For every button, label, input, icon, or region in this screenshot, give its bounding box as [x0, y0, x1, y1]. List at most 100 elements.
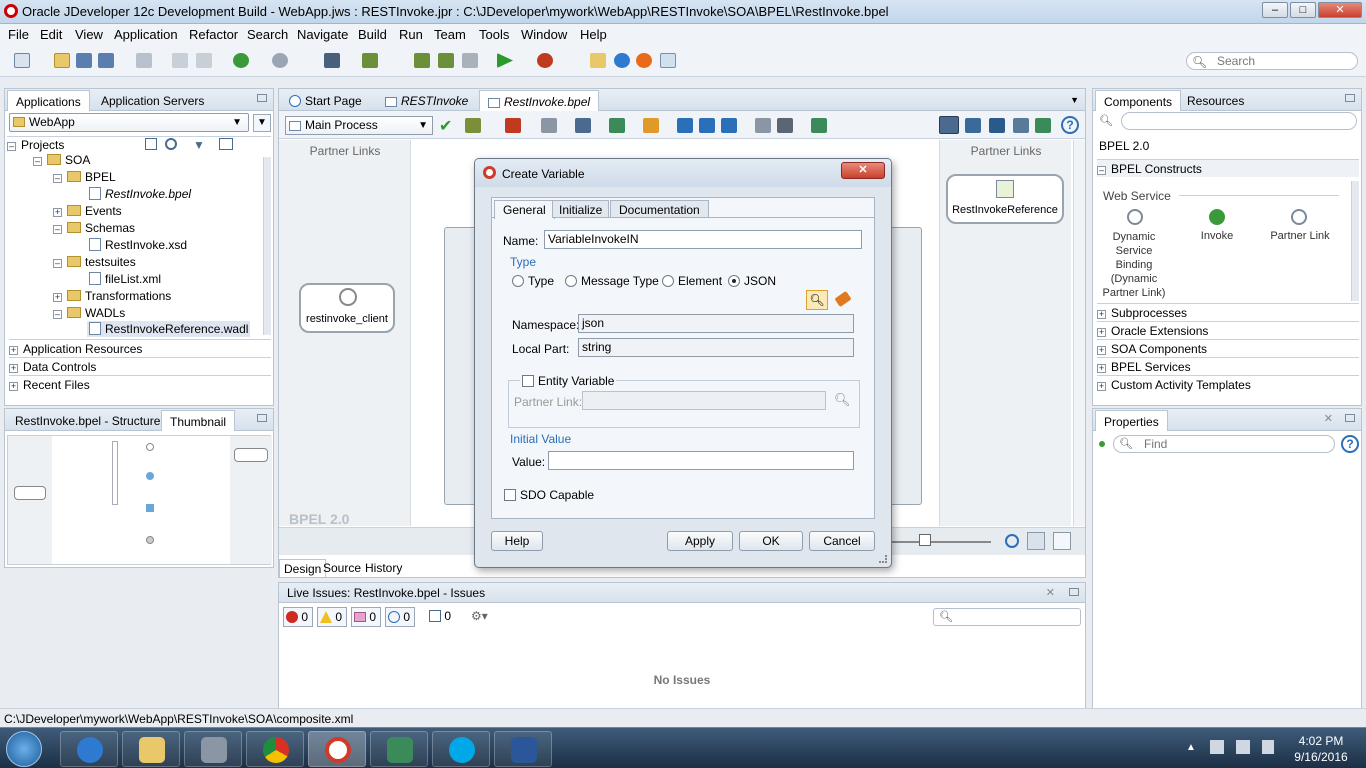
- components-search-input[interactable]: [1121, 112, 1357, 130]
- component-dynamic-binding[interactable]: Dynamic Service Binding (Dynamic Partner…: [1097, 230, 1171, 300]
- tree-item-filelist-xml[interactable]: fileList.xml: [89, 272, 161, 286]
- minimize-button[interactable]: –: [1262, 2, 1288, 18]
- tray-up-icon[interactable]: ▲: [1186, 742, 1196, 753]
- forward-icon[interactable]: [272, 53, 288, 68]
- minimize-panel-icon[interactable]: [1345, 414, 1355, 422]
- tray-flag-icon[interactable]: [1210, 740, 1224, 754]
- tab-resources[interactable]: Resources: [1179, 90, 1252, 111]
- variables-icon[interactable]: [505, 118, 521, 133]
- tree-item-transformations[interactable]: + Transformations: [53, 289, 171, 303]
- menu-window[interactable]: Window: [521, 27, 567, 42]
- dialog-close-button[interactable]: ✕: [841, 162, 885, 179]
- taskbar-skype[interactable]: [432, 731, 490, 767]
- global-search-input[interactable]: Search: [1186, 52, 1358, 70]
- apply-button[interactable]: Apply: [667, 531, 733, 551]
- tree-item-wadls[interactable]: – WADLs: [53, 306, 125, 320]
- expand-all-icon[interactable]: [677, 118, 693, 133]
- tab-history[interactable]: History: [361, 559, 406, 577]
- namespace-input[interactable]: json: [578, 314, 854, 333]
- errors-filter[interactable]: 0: [283, 607, 313, 627]
- print-icon[interactable]: [755, 118, 771, 133]
- collapse-all-icon[interactable]: [699, 118, 715, 133]
- entity-variable-checkbox[interactable]: Entity Variable: [520, 374, 617, 388]
- zoom-icon[interactable]: [145, 138, 157, 150]
- monitor-icon[interactable]: [989, 118, 1005, 133]
- redo-icon[interactable]: [196, 53, 212, 68]
- select-mode-icon[interactable]: [1027, 532, 1045, 550]
- menu-run[interactable]: Run: [399, 27, 423, 42]
- resize-grip-icon[interactable]: [879, 555, 887, 563]
- undo-icon[interactable]: [172, 53, 188, 68]
- view-icon[interactable]: [575, 118, 591, 133]
- chart-icon[interactable]: [1035, 118, 1051, 133]
- rebuild-icon[interactable]: [438, 53, 454, 68]
- taskbar-app[interactable]: [370, 731, 428, 767]
- application-selector[interactable]: WebApp ▼: [9, 113, 249, 132]
- tree-item-bpel[interactable]: – BPEL: [53, 170, 116, 184]
- tab-source[interactable]: Source: [319, 559, 365, 577]
- taskbar-explorer[interactable]: [122, 731, 180, 767]
- help-icon[interactable]: ?: [1341, 435, 1359, 453]
- tab-applications[interactable]: Applications: [7, 90, 90, 111]
- section-bpel-services[interactable]: + BPEL Services: [1097, 357, 1359, 375]
- pan-mode-icon[interactable]: [1053, 532, 1071, 550]
- sdo-capable-checkbox[interactable]: SDO Capable: [504, 488, 594, 502]
- clock-date[interactable]: 9/16/2016: [1286, 750, 1356, 764]
- taskbar-ie[interactable]: [60, 731, 118, 767]
- ok-button[interactable]: OK: [739, 531, 803, 551]
- save-all-icon[interactable]: [98, 53, 114, 68]
- tool-icon[interactable]: [465, 118, 481, 133]
- help-icon[interactable]: ?: [1061, 116, 1079, 134]
- tab-structure[interactable]: RestInvoke.bpel - Structure: [7, 410, 168, 431]
- make-icon[interactable]: [362, 53, 378, 68]
- flag-icon[interactable]: [609, 118, 625, 133]
- wrench-menu-icon[interactable]: ⚙▾: [471, 609, 491, 623]
- application-menu-button[interactable]: ▼: [253, 114, 271, 132]
- tree-scrollbar[interactable]: [263, 157, 271, 335]
- menu-application[interactable]: Application: [114, 27, 178, 42]
- cancel-button[interactable]: Cancel: [809, 531, 875, 551]
- camera-icon[interactable]: [777, 118, 793, 133]
- sensor-icon[interactable]: [1013, 118, 1029, 133]
- section-bpel-constructs[interactable]: – BPEL Constructs: [1097, 159, 1359, 177]
- properties-find-input[interactable]: Find: [1113, 435, 1335, 453]
- open-icon[interactable]: [54, 53, 70, 68]
- validate-check-icon[interactable]: ✔: [439, 116, 452, 136]
- start-button[interactable]: [6, 731, 42, 767]
- components-version[interactable]: BPEL 2.0: [1099, 139, 1149, 153]
- taskbar-word[interactable]: [494, 731, 552, 767]
- tab-properties[interactable]: Properties: [1095, 410, 1168, 431]
- thumbnail-preview[interactable]: [7, 435, 272, 565]
- menu-team[interactable]: Team: [434, 27, 466, 42]
- tree-item-wadl-file[interactable]: RestInvokeReference.wadl: [87, 321, 251, 337]
- radio-json[interactable]: JSON: [728, 274, 776, 288]
- section-oracle-extensions[interactable]: + Oracle Extensions: [1097, 321, 1359, 339]
- section-subprocesses[interactable]: + Subprocesses: [1097, 303, 1359, 321]
- tab-start-page[interactable]: Start Page: [281, 90, 370, 111]
- tab-application-servers[interactable]: Application Servers: [93, 90, 212, 111]
- tree-item-events[interactable]: + Events: [53, 204, 122, 218]
- browse-type-search-icon[interactable]: 🔍︎: [806, 290, 828, 310]
- menu-refactor[interactable]: Refactor: [189, 27, 238, 42]
- menu-navigate[interactable]: Navigate: [297, 27, 348, 42]
- taskbar-jdeveloper[interactable]: [308, 731, 366, 767]
- new-icon[interactable]: [14, 53, 30, 68]
- tree-item-schemas[interactable]: – Schemas: [53, 221, 135, 235]
- menu-view[interactable]: View: [75, 27, 103, 42]
- warnings-filter[interactable]: 0: [317, 607, 347, 627]
- taskbar-db[interactable]: [184, 731, 242, 767]
- wrench-icon[interactable]: [541, 118, 557, 133]
- value-input[interactable]: [548, 451, 854, 470]
- signal-icon[interactable]: [965, 118, 981, 133]
- build-icon[interactable]: [414, 53, 430, 68]
- project-menu-icon[interactable]: [219, 138, 233, 150]
- menu-tools[interactable]: Tools: [479, 27, 509, 42]
- section-custom-activity-templates[interactable]: + Custom Activity Templates: [1097, 375, 1359, 393]
- menu-build[interactable]: Build: [358, 27, 387, 42]
- tab-documentation[interactable]: Documentation: [610, 200, 709, 218]
- process-select[interactable]: Main Process ▼: [285, 116, 433, 135]
- info-filter[interactable]: 0: [385, 607, 415, 627]
- tray-volume-icon[interactable]: [1262, 740, 1274, 754]
- issues-search-input[interactable]: [933, 608, 1081, 626]
- section-data-controls[interactable]: + Data Controls: [9, 357, 271, 375]
